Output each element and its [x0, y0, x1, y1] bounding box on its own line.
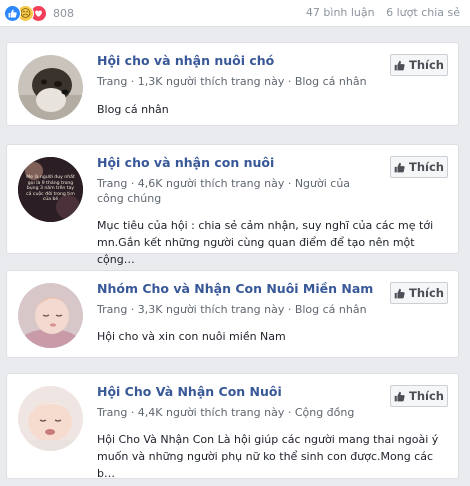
engagement-stats: 47 bình luận 6 lượt chia sẻ	[298, 6, 460, 19]
reaction-count: 808	[53, 6, 74, 20]
like-page-button[interactable]: Thích	[390, 385, 448, 407]
page-description: Hội Cho Và Nhận Con Là hội giúp các ngườ…	[97, 433, 439, 480]
like-button-label: Thích	[409, 58, 444, 72]
page-description: Blog cá nhân	[97, 103, 169, 116]
page-meta: Trang · 3,3K người thích trang này · Blo…	[97, 303, 367, 316]
page-meta: Trang · 4,6K người thích trang này · Ngư…	[97, 177, 351, 205]
avatar-quote-text: Mẹ là người duy nhất gọi là 9 tháng tron…	[26, 175, 75, 203]
quote-poster-avatar[interactable]: Mẹ là người duy nhất gọi là 9 tháng tron…	[18, 157, 83, 222]
page-result-card: Mẹ là người duy nhất gọi là 9 tháng tron…	[6, 144, 459, 266]
baby-avatar[interactable]	[18, 283, 83, 348]
page-result-card: Hội cho và nhận nuôi chó Trang · 1,3K ng…	[6, 42, 459, 126]
comments-count[interactable]: 47 bình luận	[306, 6, 375, 19]
page-description: Mục tiêu của hội : chia sẻ cảm nhận, suy…	[97, 219, 434, 266]
page-name-link[interactable]: Nhóm Cho và Nhận Con Nuôi Miền Nam	[97, 281, 373, 296]
like-reaction-icon	[4, 4, 21, 22]
page-name-link[interactable]: Hội cho và nhận con nuôi	[97, 155, 274, 170]
page-result-card: Nhóm Cho và Nhận Con Nuôi Miền Nam Trang…	[6, 270, 459, 358]
thumbs-up-icon	[394, 391, 405, 401]
post-stats-bar: ☹ 808 47 bình luận 6 lượt chia sẻ	[0, 0, 470, 27]
thumbs-up-icon	[394, 60, 405, 70]
page-result-card: Hội Cho Và Nhận Con Nuôi Trang · 4,4K ng…	[6, 373, 459, 480]
like-page-button[interactable]: Thích	[390, 282, 448, 304]
like-page-button[interactable]: Thích	[390, 54, 448, 76]
shares-count[interactable]: 6 lượt chia sẻ	[386, 6, 460, 19]
page-meta: Trang · 1,3K người thích trang này · Blo…	[97, 75, 367, 88]
like-button-label: Thích	[409, 160, 444, 174]
reactions-summary[interactable]: ☹ 808	[4, 4, 74, 22]
baby-avatar[interactable]	[18, 386, 83, 451]
like-page-button[interactable]: Thích	[390, 156, 448, 178]
dog-avatar[interactable]	[18, 55, 83, 120]
page-description: Hội cho và xin con nuôi miền Nam	[97, 330, 286, 343]
page-name-link[interactable]: Hội cho và nhận nuôi chó	[97, 53, 274, 68]
thumbs-up-icon	[394, 288, 405, 298]
like-button-label: Thích	[409, 286, 444, 300]
like-button-label: Thích	[409, 389, 444, 403]
page-meta: Trang · 4,4K người thích trang này · Cộn…	[97, 406, 355, 419]
page-name-link[interactable]: Hội Cho Và Nhận Con Nuôi	[97, 384, 282, 399]
thumbs-up-icon	[394, 162, 405, 172]
